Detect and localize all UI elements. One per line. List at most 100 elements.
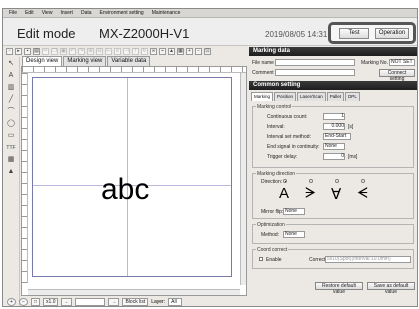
correct-select[interactable]: 5x10(Spot)(Interval:10.0mm): [325, 256, 411, 263]
circle-icon[interactable]: ◯: [6, 119, 16, 129]
tool-palette: ↖ A ▥ ╱ ⌒ ◯ ▭ TTF ▦ ▲: [3, 57, 20, 306]
design-canvas[interactable]: abc: [21, 66, 247, 296]
end-signal-select[interactable]: None: [323, 143, 345, 150]
continuous-count-field[interactable]: 1: [323, 113, 345, 120]
canvas-bottom-bar: + − □ x1.0 ← → Block list Layer: All: [7, 297, 245, 306]
interval-set-method-label: Interval set method:: [267, 134, 311, 140]
menu-maintenance[interactable]: Maintenance: [152, 10, 181, 16]
marking-area[interactable]: abc: [32, 77, 232, 277]
rectangle-icon[interactable]: ▭: [6, 131, 16, 141]
zoom-in-button[interactable]: +: [7, 298, 16, 306]
direction-radio-270[interactable]: [361, 179, 365, 183]
tab-marking-view[interactable]: Marking view: [63, 56, 107, 66]
tab-dpl[interactable]: DPL: [345, 92, 360, 101]
vertical-ruler: [22, 73, 28, 283]
layer-select[interactable]: All: [168, 298, 183, 306]
tab-laser-scan[interactable]: Laser/Scan: [297, 92, 326, 101]
link-icon[interactable]: ∞: [150, 48, 157, 55]
ungroup-icon[interactable]: ⊟: [96, 48, 103, 55]
direction-glyph-180: ∀: [331, 186, 342, 203]
menu-data[interactable]: Data: [81, 10, 92, 16]
marking-no-field[interactable]: NOT SET: [389, 59, 415, 66]
fit-button[interactable]: □: [31, 298, 41, 306]
menu-environment-setting[interactable]: Environment setting: [100, 10, 144, 16]
connect-setting-button[interactable]: Connect setting: [379, 69, 415, 82]
enable-checkbox[interactable]: [259, 257, 263, 261]
direction-glyph-normal: A: [279, 185, 290, 202]
direction-radio-normal[interactable]: [283, 179, 287, 183]
tab-position[interactable]: Position: [274, 92, 297, 101]
direction-radio-180[interactable]: [335, 179, 339, 183]
align-top-icon[interactable]: ⊤: [132, 48, 139, 55]
logo-icon[interactable]: ▦: [6, 155, 16, 165]
save-default-button[interactable]: Save as default value: [367, 282, 415, 295]
tab-design-view[interactable]: Design view: [22, 56, 63, 66]
align-left-icon[interactable]: ⊢: [105, 48, 112, 55]
comment-field[interactable]: [275, 69, 355, 76]
zoom-out-icon[interactable]: −: [195, 48, 202, 55]
unlink-icon[interactable]: ⌁: [159, 48, 166, 55]
menu-insert[interactable]: Insert: [60, 10, 73, 16]
mode-title: Edit mode: [17, 26, 76, 41]
zoom-fit-icon[interactable]: ⊡: [204, 48, 211, 55]
menu-edit[interactable]: Edit: [25, 10, 34, 16]
tab-marking[interactable]: Marking: [251, 92, 274, 101]
image-tool-icon[interactable]: ▲: [6, 167, 16, 177]
operation-button[interactable]: Operation: [375, 28, 409, 39]
zoom-out-button[interactable]: −: [19, 298, 28, 306]
copy-icon[interactable]: ❐: [51, 48, 58, 55]
tab-pallet[interactable]: Pallet: [326, 92, 345, 101]
align-right-icon[interactable]: ⊣: [123, 48, 130, 55]
marking-control-group: Marking control Continuous count: 1 Inte…: [252, 104, 414, 168]
optimization-title: Optimization: [256, 222, 286, 228]
test-button[interactable]: Test: [339, 28, 369, 39]
coord-correct-group: Coord correct Enable Correct 5x10(Spot)(…: [252, 247, 414, 269]
select-icon[interactable]: ↖: [6, 59, 16, 69]
zoom-select[interactable]: x1.0: [43, 298, 59, 306]
barcode-icon[interactable]: ▥: [6, 83, 16, 93]
marking-direction-group: Marking direction Direction: A ᗒ ∀ ᗕ Mir…: [252, 171, 414, 219]
undo-icon[interactable]: ↶: [69, 48, 76, 55]
tab-variable-data[interactable]: Variable data: [107, 56, 151, 66]
marking-no-label: Marking No.: [361, 60, 388, 66]
new-icon[interactable]: ▫: [6, 48, 13, 55]
method-select[interactable]: None: [283, 231, 305, 238]
ttf-icon[interactable]: TTF: [6, 143, 16, 153]
align-center-icon[interactable]: ≡: [114, 48, 121, 55]
interval-field[interactable]: 0.000: [323, 123, 345, 130]
lock-icon[interactable]: ▲: [168, 48, 175, 55]
menu-file[interactable]: File: [9, 10, 17, 16]
marking-data-section: File name Marking No. NOT SET Comment Co…: [249, 56, 417, 82]
marking-direction-title: Marking direction: [256, 171, 297, 177]
restore-default-button[interactable]: Restore default value: [315, 282, 363, 295]
zoom-in-icon[interactable]: +: [186, 48, 193, 55]
text-icon[interactable]: A: [6, 71, 16, 81]
print-icon[interactable]: ▤: [33, 48, 40, 55]
horizontal-scrollbar[interactable]: [28, 289, 240, 295]
direction-radio-90[interactable]: [309, 179, 313, 183]
block-list-button[interactable]: Block list: [122, 298, 149, 306]
prev-arrow-icon[interactable]: ←: [61, 298, 73, 306]
interval-set-method-select[interactable]: End-Start: [323, 133, 351, 140]
vertical-scrollbar[interactable]: [240, 73, 246, 285]
rotate-icon[interactable]: ↻: [141, 48, 148, 55]
group-icon[interactable]: ⊞: [87, 48, 94, 55]
next-arrow-icon[interactable]: →: [108, 298, 120, 306]
trigger-delay-field[interactable]: 0: [323, 153, 345, 160]
view-tabs: Design view Marking view Variable data: [22, 56, 151, 66]
comment-label: Comment: [252, 70, 274, 76]
menu-view[interactable]: View: [42, 10, 53, 16]
open-icon[interactable]: ▸: [15, 48, 22, 55]
arc-icon[interactable]: ⌒: [6, 107, 16, 117]
line-icon[interactable]: ╱: [6, 95, 16, 105]
image-icon[interactable]: ▦: [177, 48, 184, 55]
marking-text-object[interactable]: abc: [101, 175, 149, 205]
file-name-field[interactable]: [275, 59, 355, 66]
cut-icon[interactable]: ✂: [42, 48, 49, 55]
save-icon[interactable]: ▪: [24, 48, 31, 55]
enable-label: Enable: [266, 257, 282, 263]
position-field[interactable]: [75, 298, 106, 306]
mirror-flip-select[interactable]: None: [283, 208, 305, 215]
redo-icon[interactable]: ↷: [78, 48, 85, 55]
paste-icon[interactable]: ▣: [60, 48, 67, 55]
